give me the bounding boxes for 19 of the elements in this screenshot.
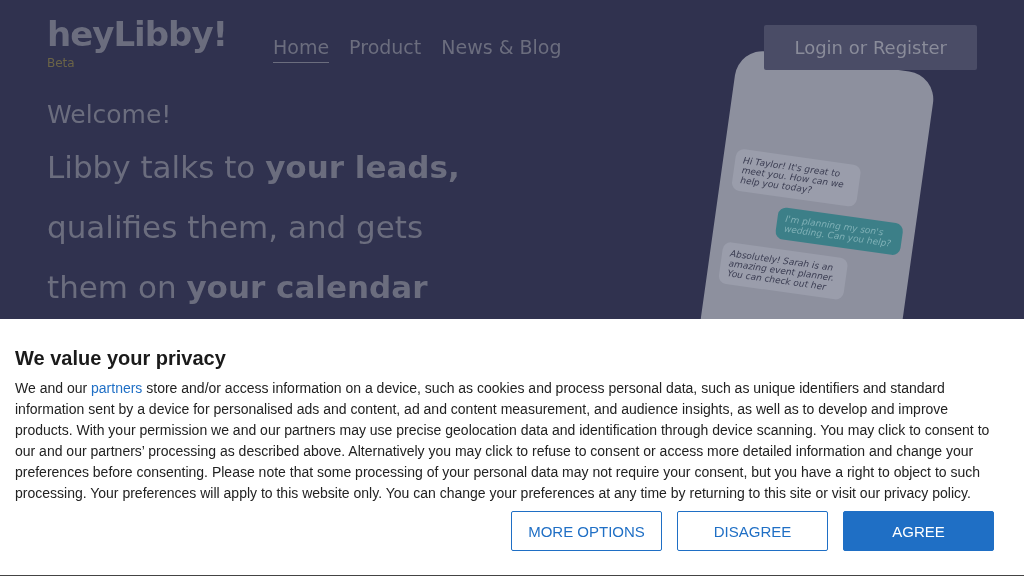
partners-link[interactable]: partners <box>91 380 143 396</box>
nav-link[interactable]: Home <box>273 36 330 63</box>
chat-bubble: Absolutely! Sarah is an amazing event planner. You can check out her <box>717 241 849 301</box>
headline-line: qualifies them, and gets <box>47 208 425 247</box>
headline-line: them on your calendar <box>47 268 429 307</box>
consent-text: We and our partners store and/or access information on a device, such as cookies and process personal data, such as unique identifiers and standard information sent by a device for personalised ads and content, ad and content measurement, and audience insights, as well as to develop and improve products. With your permission we and our partners may use precise geolocation data and identification through device scanning. You may click to consent to our and our partners’ processing as described above. Alternatively you may click to refuse to consent or access more detailed information and change your preferences before consenting. Please note that some processing of your personal data may not require your consent, but you have a right to object to such processing. Your preferences will apply to this website only. You can change your preferences at any time by returning to this site or visit our privacy policy. <box>15 379 991 503</box>
chat-bubble: I'm planning my son's wedding. Can you help? <box>774 206 904 256</box>
logo[interactable]: heyLibby! <box>47 14 273 54</box>
welcome-heading: Welcome! <box>47 100 173 129</box>
consent-button[interactable]: AGREE <box>843 511 994 551</box>
consent-button[interactable]: DISAGREE <box>677 511 828 551</box>
chat-bubble: Hi Taylor! It's great to meet you. How can we help you today? <box>730 148 862 208</box>
headline-line: Libby talks to your leads, <box>47 148 461 187</box>
nav-link[interactable]: News & Blog <box>441 36 562 63</box>
consent-button[interactable]: MORE OPTIONS <box>511 511 662 551</box>
consent-title: We value your privacy <box>15 347 227 370</box>
beta-label: Beta <box>47 56 76 70</box>
login-button[interactable]: Login or Register <box>764 25 977 70</box>
nav-link[interactable]: Product <box>349 36 422 63</box>
